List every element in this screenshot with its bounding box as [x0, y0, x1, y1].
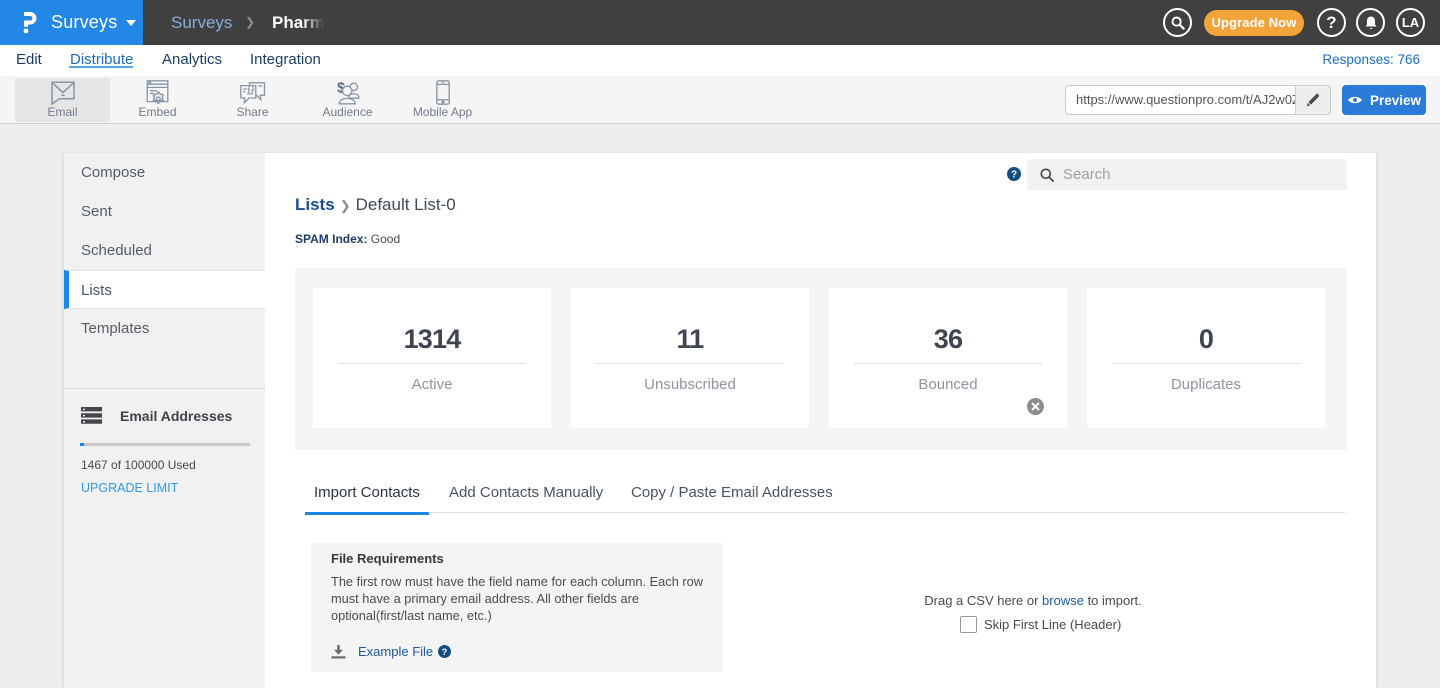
- svg-text:?: ?: [442, 647, 448, 657]
- svg-text:?: ?: [1011, 170, 1017, 181]
